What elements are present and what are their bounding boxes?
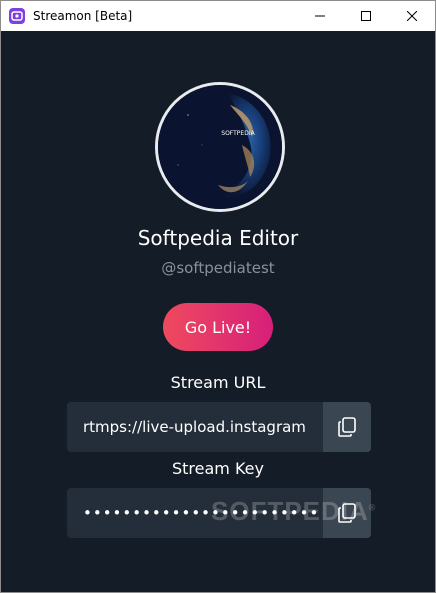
copy-url-button[interactable] (323, 402, 371, 452)
app-icon (9, 8, 25, 24)
maximize-button[interactable] (343, 1, 389, 31)
main-content: SOFTPEDIA Softpedia Editor @softpediates… (1, 31, 435, 592)
avatar-image: SOFTPEDIA (158, 85, 282, 209)
watermark-mark: ® (368, 502, 377, 513)
close-button[interactable] (389, 1, 435, 31)
window-title: Streamon [Beta] (33, 9, 133, 23)
maximize-icon (361, 11, 371, 21)
title-bar[interactable]: Streamon [Beta] (1, 1, 435, 31)
stream-url-field[interactable]: rtmps://live-upload.instagram (67, 402, 371, 452)
stream-key-label: Stream Key (172, 459, 264, 478)
window-controls (297, 1, 435, 31)
app-window: Streamon [Beta] SOFTPEDIA Softpedia Edit… (0, 0, 436, 593)
profile-handle: @softpediatest (161, 259, 275, 277)
stream-url-label: Stream URL (170, 373, 266, 392)
close-icon (407, 11, 417, 21)
minimize-icon (315, 15, 325, 17)
copy-icon (338, 417, 356, 437)
avatar-caption: SOFTPEDIA (221, 130, 255, 137)
watermark-text: SOFTPEDIA (211, 496, 369, 526)
go-live-button[interactable]: Go Live! (163, 303, 273, 351)
profile-name: Softpedia Editor (137, 226, 299, 250)
stream-url-value[interactable]: rtmps://live-upload.instagram (83, 402, 319, 452)
minimize-button[interactable] (297, 1, 343, 31)
avatar: SOFTPEDIA (155, 82, 285, 212)
softpedia-watermark: SOFTPEDIA® (211, 496, 376, 527)
